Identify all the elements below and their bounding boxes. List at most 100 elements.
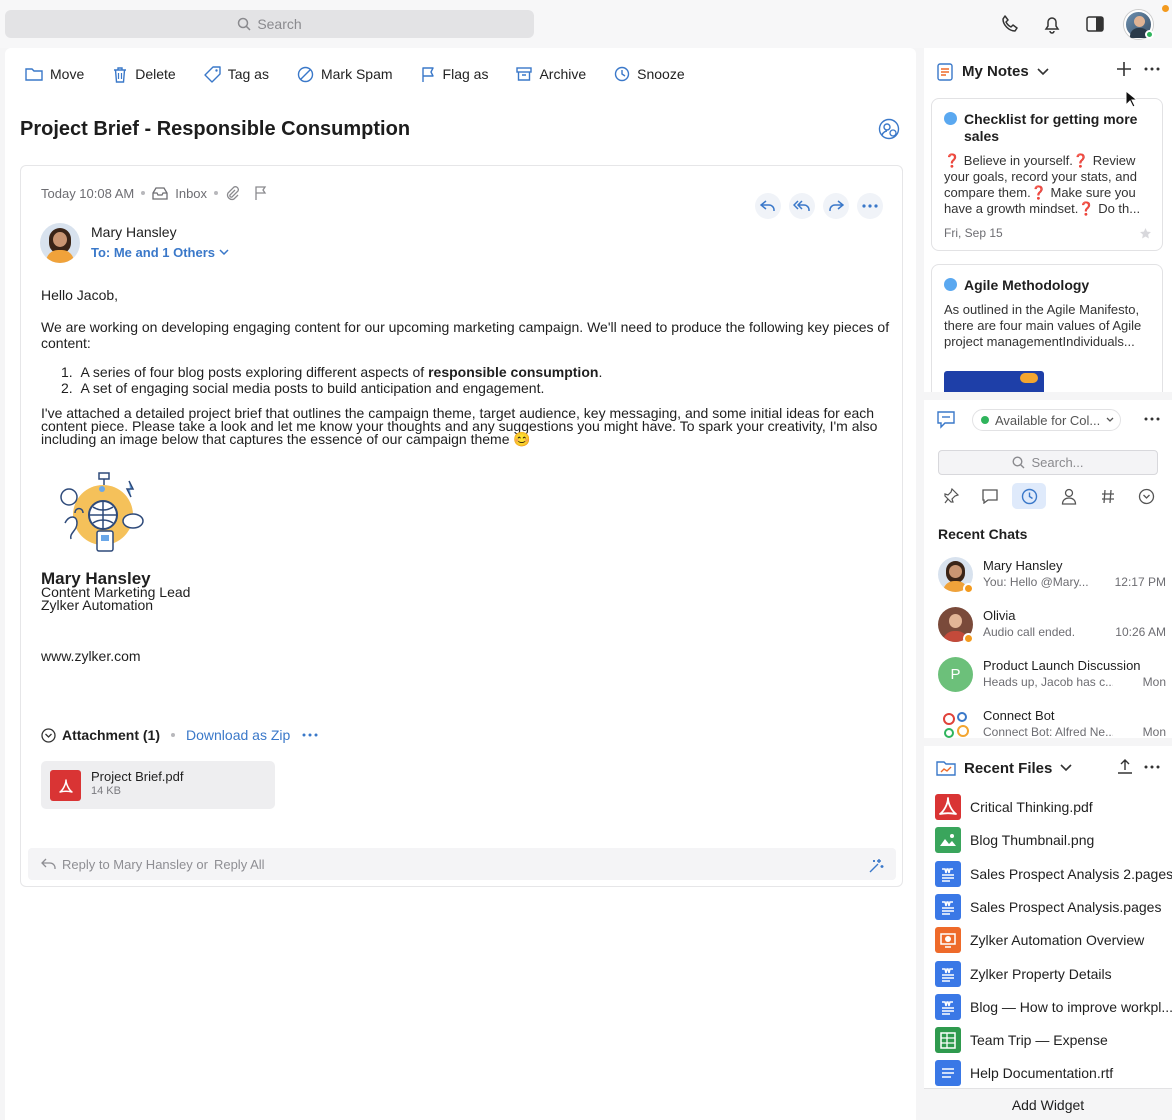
email-subject: Project Brief - Responsible Consumption: [20, 118, 411, 140]
reply-all-link[interactable]: Reply All: [214, 857, 265, 872]
attachment-file[interactable]: Project Brief.pdf 14 KB: [41, 761, 275, 809]
sender-name[interactable]: Mary Hansley: [91, 224, 177, 240]
attachment-size: 14 KB: [91, 785, 121, 797]
user-avatar[interactable]: [1124, 10, 1154, 39]
star-icon[interactable]: [1139, 227, 1152, 240]
notes-header[interactable]: My Notes: [936, 62, 1049, 81]
phone-icon[interactable]: [999, 13, 1021, 35]
bot-avatar: [938, 707, 973, 742]
search-icon: [238, 17, 251, 31]
doc-file-icon: [935, 993, 961, 1020]
file-name: Sales Prospect Analysis 2.pages: [970, 865, 1172, 882]
reply-all-icon[interactable]: [789, 193, 815, 219]
file-name: Sales Prospect Analysis.pages: [970, 898, 1162, 915]
panel-toggle-icon[interactable]: [1084, 13, 1106, 35]
signature-website[interactable]: www.zylker.com: [41, 648, 141, 664]
more-icon[interactable]: [1144, 417, 1160, 421]
tab-channels[interactable]: [1091, 483, 1125, 509]
email-meta: Today 10:08 AM Inbox: [41, 185, 268, 201]
file-item[interactable]: Critical Thinking.pdf: [935, 794, 1093, 820]
files-header[interactable]: Recent Files: [936, 759, 1072, 777]
chat-preview: You: Hello @Mary...: [983, 575, 1089, 589]
reply-prompt[interactable]: Reply to Mary Hansley or: [62, 857, 208, 872]
chat-time: 10:26 AM: [1115, 625, 1166, 639]
availability-dropdown[interactable]: Available for Col...: [972, 409, 1121, 431]
delete-button[interactable]: Delete: [98, 66, 189, 83]
forward-icon[interactable]: [823, 193, 849, 219]
archive-button[interactable]: Archive: [502, 66, 600, 82]
add-widget-button[interactable]: Add Widget: [924, 1088, 1172, 1120]
email-paragraph: We are working on developing engaging co…: [41, 319, 890, 351]
pdf-file-icon: [935, 794, 961, 820]
more-icon[interactable]: [302, 733, 318, 737]
flag-icon: [421, 66, 434, 82]
note-card[interactable]: Checklist for getting more sales ❓ Belie…: [931, 98, 1163, 251]
chevron-down-icon: [219, 249, 229, 256]
contact-settings-icon[interactable]: [878, 118, 900, 140]
notes-title: My Notes: [962, 63, 1029, 80]
tab-more[interactable]: [1130, 483, 1164, 509]
flag-outline-icon[interactable]: [254, 185, 268, 201]
tab-recent[interactable]: [1012, 483, 1047, 509]
chat-item[interactable]: Mary Hansley You: Hello @Mary... 12:17 P…: [938, 554, 1166, 600]
chat-item[interactable]: Olivia Audio call ended. 10:26 AM: [938, 604, 1166, 650]
file-item[interactable]: Sales Prospect Analysis.pages: [935, 893, 1162, 920]
signature-details: Content Marketing Lead Zylker Automation: [41, 585, 190, 613]
attachment-title: Attachment (1): [62, 727, 161, 743]
attachment-header: Attachment (1) Download as Zip: [41, 727, 318, 743]
signature-company: Zylker Automation: [41, 597, 154, 613]
more-icon[interactable]: [1144, 61, 1160, 77]
snooze-button[interactable]: Snooze: [600, 66, 698, 82]
chat-bubble-icon[interactable]: [936, 410, 956, 429]
chat-search-input[interactable]: Search...: [938, 450, 1158, 475]
note-title: Agile Methodology: [964, 277, 1090, 293]
search-bar[interactable]: Search: [5, 10, 534, 38]
recipients-toggle[interactable]: To: Me and 1 Others: [91, 245, 229, 260]
collapse-icon[interactable]: [41, 727, 56, 743]
tab-pinned[interactable]: [934, 483, 968, 509]
move-button[interactable]: Move: [5, 66, 98, 82]
file-item[interactable]: Blog Thumbnail.png: [935, 827, 1095, 854]
quick-reply-bar[interactable]: Reply to Mary Hansley or Reply All: [28, 848, 896, 880]
note-title: Checklist for getting more sales: [964, 111, 1138, 144]
ai-sparkle-icon[interactable]: [868, 857, 885, 874]
file-item[interactable]: Zylker Automation Overview: [935, 927, 1144, 954]
separator-dot: [141, 191, 146, 195]
mark-spam-button[interactable]: Mark Spam: [283, 66, 407, 83]
sender-avatar[interactable]: [40, 223, 80, 263]
chat-tabs: [934, 482, 1164, 510]
file-item[interactable]: Sales Prospect Analysis 2.pages: [935, 860, 1172, 887]
add-note-icon[interactable]: [1116, 61, 1132, 77]
doc-file-icon: [935, 860, 961, 887]
chat-item[interactable]: Connect Bot Connect Bot: Alfred Ne... Mo…: [938, 704, 1166, 750]
chat-item[interactable]: P Product Launch Discussion Heads up, Ja…: [938, 654, 1166, 700]
reply-icon[interactable]: [755, 193, 781, 219]
email-folder[interactable]: Inbox: [175, 186, 207, 201]
bell-icon[interactable]: [1041, 13, 1063, 35]
status-dot: [963, 633, 974, 644]
more-icon[interactable]: [857, 193, 883, 219]
availability-status: Available for Col...: [995, 412, 1101, 428]
download-zip-link[interactable]: Download as Zip: [186, 727, 290, 743]
file-item[interactable]: Zylker Property Details: [935, 960, 1112, 987]
file-name: Blog Thumbnail.png: [970, 832, 1095, 849]
files-icon: [936, 761, 956, 776]
archive-icon: [516, 67, 533, 81]
chevron-down-icon: [1037, 67, 1049, 75]
more-icon[interactable]: [1144, 765, 1160, 769]
file-item[interactable]: Team Trip — Expense: [935, 1027, 1108, 1054]
chat-preview: Audio call ended.: [983, 625, 1076, 639]
tab-chats[interactable]: [973, 483, 1007, 509]
campaign-image: [55, 469, 147, 561]
paperclip-icon: [226, 186, 239, 201]
spam-icon: [297, 66, 314, 82]
note-card[interactable]: Agile Methodology As outlined in the Agi…: [931, 264, 1163, 392]
tab-contacts[interactable]: [1052, 483, 1086, 509]
file-item[interactable]: Help Documentation.rtf: [935, 1060, 1113, 1087]
upload-icon[interactable]: [1117, 758, 1133, 775]
note-color-dot: [944, 278, 957, 291]
tag-button[interactable]: Tag as: [190, 65, 283, 83]
file-item[interactable]: Blog — How to improve workpl...: [935, 993, 1172, 1020]
avatar: P: [938, 657, 973, 692]
flag-button[interactable]: Flag as: [407, 66, 503, 83]
